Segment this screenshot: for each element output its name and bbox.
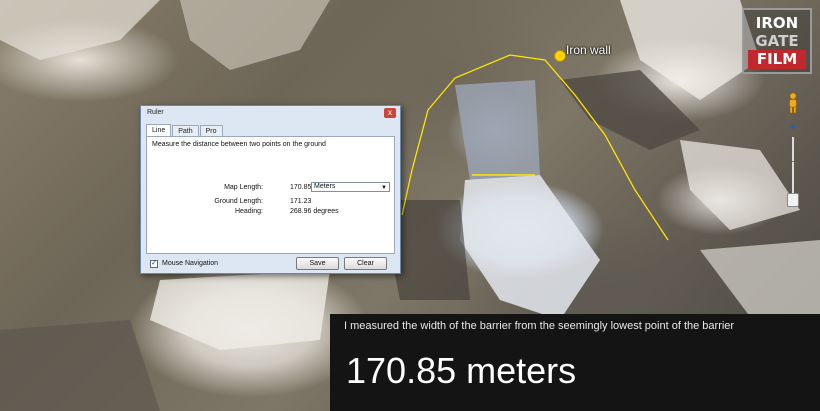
mouse-navigation-checkbox[interactable]: ✓ [150,260,158,268]
map-length-label: Map Length: [224,184,263,191]
map-length-value: 170.85 [290,184,312,191]
close-icon[interactable]: x [384,108,396,118]
mouse-navigation-label: Mouse Navigation [162,260,219,267]
ground-length-value: 171.23 [290,198,312,205]
unit-select[interactable]: Meters ▼ [311,182,390,192]
caption-box: I measured the width of the barrier from… [330,314,820,411]
logo-line-2: GATE [755,32,799,50]
heading-label: Heading: [234,208,263,215]
placemark-label[interactable]: Iron wall [566,43,611,57]
zoom-in-button[interactable]: + [787,122,799,134]
pegman-icon[interactable] [786,92,800,114]
ruler-dialog: Ruler x Line Path Pro Measure the distance… [140,105,401,274]
zoom-out-button[interactable]: − [787,156,799,168]
save-button[interactable]: Save [296,257,339,270]
zoom-slider-knob[interactable] [787,193,799,207]
caption-description: I measured the width of the barrier from… [344,320,735,332]
ruler-description: Measure the distance between two points … [152,141,326,148]
ground-length-label: Ground Length: [214,198,263,205]
heading-value: 268.96 degrees [290,208,339,215]
clear-button[interactable]: Clear [344,257,387,270]
dialog-title: Ruler [147,109,164,116]
chevron-down-icon: ▼ [381,185,387,191]
logo-line-3: FILM [748,50,806,69]
ruler-tabs: Line Path Pro [146,124,224,137]
caption-measurement: 170.85 meters [346,350,577,391]
logo-line-1: IRON [755,14,799,32]
placemark-pin-icon[interactable] [554,50,566,62]
unit-select-value: Meters [314,183,336,190]
iron-gate-film-logo: IRON GATE FILM [742,8,812,74]
ruler-panel: Measure the distance between two points … [146,136,395,254]
